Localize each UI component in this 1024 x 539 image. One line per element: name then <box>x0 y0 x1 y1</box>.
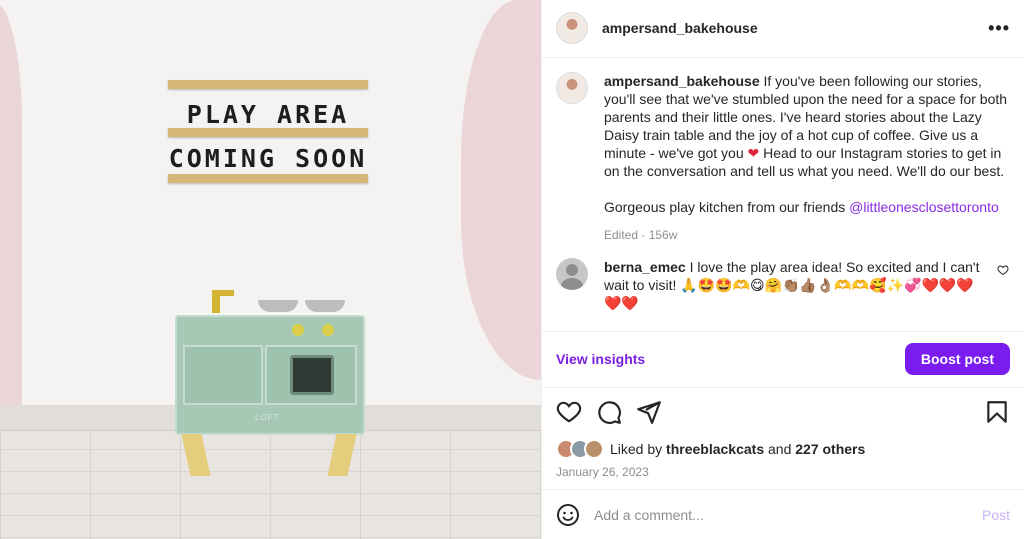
post-image[interactable]: PLAY AREA COMING SOON LOFT <box>0 0 541 539</box>
post-comment-button[interactable]: Post <box>982 507 1010 523</box>
letter-board-sign: PLAY AREA COMING SOON <box>168 80 368 186</box>
share-icon[interactable] <box>636 399 662 425</box>
sign-plank <box>168 80 368 89</box>
mention-link[interactable]: @littleonesclosettoronto <box>849 199 999 215</box>
avatar[interactable] <box>556 71 588 104</box>
toy-logo: LOFT <box>255 413 280 422</box>
comment-body: berna_emec I love the play area idea! So… <box>604 258 990 312</box>
kitchen-knob <box>322 324 334 336</box>
caption-meta: Edited · 156w <box>604 227 678 242</box>
avatar[interactable] <box>556 257 588 290</box>
caption-username[interactable]: ampersand_bakehouse <box>604 73 760 89</box>
likes-prefix: Liked by <box>610 441 663 458</box>
oven-window <box>290 355 334 395</box>
likes-and: and <box>768 441 792 458</box>
caption-body: ampersand_bakehouse If you've been follo… <box>604 72 1010 244</box>
bookmark-icon[interactable] <box>984 399 1010 425</box>
caption-second-paragraph: Gorgeous play kitchen from our friends <box>604 198 846 215</box>
comment-input[interactable]: Add a comment... <box>594 507 982 523</box>
more-horizontal-icon[interactable]: ••• <box>988 18 1010 39</box>
post-header: ampersand_bakehouse ••• <box>542 0 1024 58</box>
comment-item: berna_emec I love the play area idea! So… <box>556 257 1010 312</box>
add-comment-bar: Add a comment... Post <box>542 489 1024 539</box>
view-insights-link[interactable]: View insights <box>556 351 645 367</box>
comment-icon[interactable] <box>596 399 622 425</box>
post-date[interactable]: January 26, 2023 <box>542 461 1024 489</box>
boost-post-button[interactable]: Boost post <box>904 343 1010 376</box>
comment-username[interactable]: berna_emec <box>604 259 686 275</box>
post-username[interactable]: ampersand_bakehouse <box>602 20 758 36</box>
sign-line-2: COMING SOON <box>168 144 368 173</box>
heart-icon[interactable] <box>556 399 582 425</box>
emoji-icon[interactable] <box>556 503 580 527</box>
sign-line-1: PLAY AREA <box>186 100 350 129</box>
insights-bar: View insights Boost post <box>542 332 1024 388</box>
liker-avatars[interactable] <box>556 439 604 460</box>
action-bar <box>542 388 1024 438</box>
heart-icon[interactable] <box>996 264 1010 276</box>
comments-section: ampersand_bakehouse If you've been follo… <box>542 58 1024 332</box>
likes-summary: Liked by threeblackcats and 227 others <box>542 437 1024 461</box>
liker-username[interactable]: threeblackcats <box>666 441 764 457</box>
sign-plank <box>168 174 368 183</box>
heart-emoji: ❤ <box>747 144 760 161</box>
caption: ampersand_bakehouse If you've been follo… <box>556 71 1010 244</box>
avatar[interactable] <box>556 12 588 45</box>
avatar <box>584 439 604 460</box>
kitchen-knob <box>292 324 304 336</box>
post-details-panel: ampersand_bakehouse ••• ampersand_bakeho… <box>541 0 1024 539</box>
sign-plank <box>168 128 368 137</box>
toy-pan <box>305 300 345 312</box>
likes-others-link[interactable]: 227 others <box>795 441 865 457</box>
kitchen-cabinet-door <box>183 345 263 405</box>
toy-faucet-spout <box>212 290 234 296</box>
toy-pot <box>258 300 298 312</box>
